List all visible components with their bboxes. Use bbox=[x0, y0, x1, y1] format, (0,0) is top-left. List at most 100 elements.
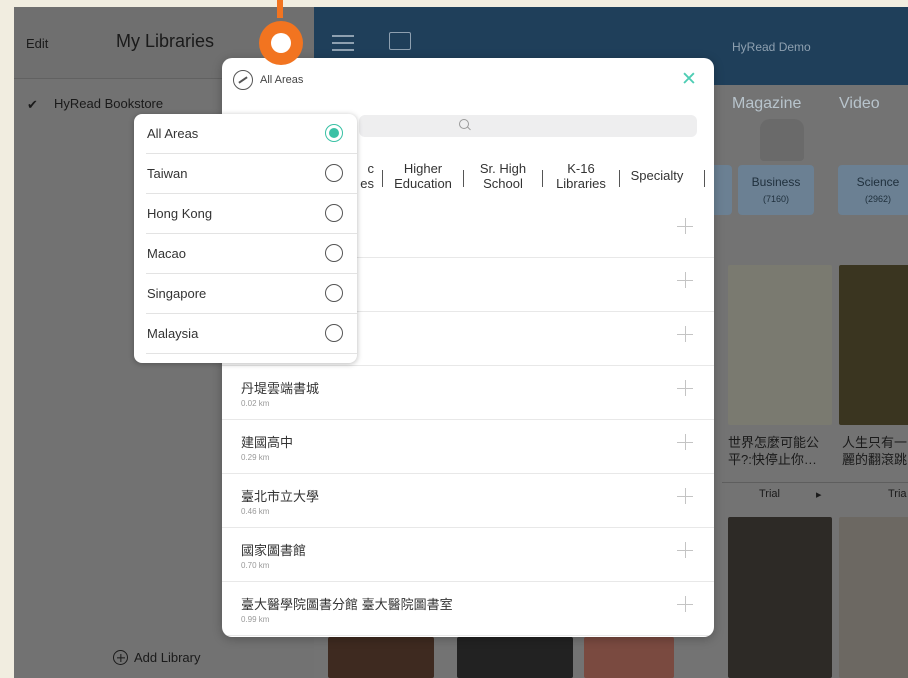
radio-icon[interactable] bbox=[325, 204, 343, 222]
search-icon bbox=[459, 119, 469, 129]
add-icon[interactable] bbox=[677, 434, 693, 450]
library-row[interactable]: 丹堤雲端書城 0.02 km bbox=[222, 366, 714, 420]
divider bbox=[463, 170, 464, 187]
segment-line: Sr. High bbox=[479, 161, 527, 176]
library-distance: 0.46 km bbox=[241, 507, 270, 516]
library-name: 丹堤雲端書城 bbox=[241, 381, 320, 396]
search-input[interactable] bbox=[359, 115, 697, 137]
library-row[interactable]: 臺北市立大學 0.46 km bbox=[222, 474, 714, 528]
segment-k16-libraries[interactable]: K-16 Libraries bbox=[549, 161, 613, 191]
radio-icon[interactable] bbox=[325, 164, 343, 182]
library-name: 臺大醫學院圖書分館 臺大醫院圖書室 bbox=[241, 597, 453, 612]
add-icon[interactable] bbox=[677, 272, 693, 288]
area-globe-icon[interactable] bbox=[233, 70, 253, 90]
area-dropdown: All Areas Taiwan Hong Kong Macao Singapo… bbox=[134, 114, 357, 363]
add-icon[interactable] bbox=[677, 218, 693, 234]
radio-icon[interactable] bbox=[325, 284, 343, 302]
library-row[interactable]: 國家圖書館 0.70 km bbox=[222, 528, 714, 582]
library-name: HyRead Bookstore bbox=[54, 96, 164, 111]
library-distance: 0.29 km bbox=[241, 453, 270, 462]
tap-indicator-dot bbox=[259, 21, 303, 65]
segment-line: Libraries bbox=[556, 176, 606, 191]
area-option-all-areas[interactable]: All Areas bbox=[146, 114, 357, 154]
area-option-label: All Areas bbox=[147, 126, 199, 141]
tap-indicator-line bbox=[277, 0, 283, 18]
add-icon[interactable] bbox=[677, 488, 693, 504]
area-option-singapore[interactable]: Singapore bbox=[146, 274, 357, 314]
segment-line: Higher bbox=[403, 161, 443, 176]
segment-line: K-16 bbox=[567, 161, 595, 176]
area-option-label: Hong Kong bbox=[147, 206, 213, 221]
area-option-malaysia[interactable]: Malaysia bbox=[146, 314, 357, 354]
library-distance: 0.02 km bbox=[241, 399, 270, 408]
segment-specialty[interactable]: Specialty bbox=[622, 168, 692, 183]
area-option-hong-kong[interactable]: Hong Kong bbox=[146, 194, 357, 234]
segment-line: Education bbox=[394, 176, 452, 191]
category-count: (2962) bbox=[864, 194, 891, 204]
member-card-icon[interactable] bbox=[389, 32, 411, 50]
add-icon[interactable] bbox=[677, 542, 693, 558]
book-cover[interactable] bbox=[584, 637, 674, 678]
library-row[interactable]: 臺大醫學院圖書分館 臺大醫院圖書室 0.99 km bbox=[222, 582, 714, 636]
menu-icon[interactable] bbox=[332, 35, 354, 51]
add-library-button[interactable]: Add Library bbox=[113, 650, 200, 665]
library-name: 建國高中 bbox=[241, 435, 294, 450]
brand-name: HyRead Demo bbox=[732, 40, 811, 54]
book-title: 世界怎麼可能公平?:快停止你… bbox=[728, 435, 820, 467]
divider bbox=[382, 170, 383, 187]
add-icon[interactable] bbox=[677, 326, 693, 342]
radio-icon[interactable] bbox=[325, 324, 343, 342]
play-triangle-icon: ▸ bbox=[816, 489, 822, 501]
book-cover[interactable] bbox=[728, 517, 832, 678]
area-option-partial[interactable] bbox=[146, 354, 357, 363]
trial-button[interactable]: Trial bbox=[759, 488, 780, 500]
add-circle-icon bbox=[113, 650, 128, 665]
add-icon[interactable] bbox=[677, 380, 693, 396]
area-option-label: Malaysia bbox=[147, 326, 199, 341]
divider bbox=[619, 170, 620, 187]
checkmark-icon: ✔ bbox=[27, 97, 38, 112]
add-library-label: Add Library bbox=[134, 650, 201, 665]
category-name: Science bbox=[856, 175, 900, 189]
mascot-illustration bbox=[760, 119, 804, 161]
radio-icon[interactable] bbox=[325, 244, 343, 262]
area-option-label: Macao bbox=[147, 246, 187, 261]
book-cover[interactable] bbox=[457, 637, 573, 678]
book-title: 人生只有一麗的翻滾跳 bbox=[842, 435, 908, 467]
trial-button[interactable]: Tria bbox=[888, 488, 907, 500]
book-cover[interactable] bbox=[839, 517, 908, 678]
segment-higher-education[interactable]: Higher Education bbox=[388, 161, 458, 191]
divider bbox=[722, 482, 908, 483]
library-name: 國家圖書館 bbox=[241, 543, 307, 558]
library-name: 臺北市立大學 bbox=[241, 489, 320, 504]
library-distance: 0.99 km bbox=[241, 615, 270, 624]
segment-line: es bbox=[360, 176, 374, 191]
segment-line: Specialty bbox=[630, 168, 684, 183]
category-science-button[interactable]: Science (2962) bbox=[838, 165, 908, 215]
divider bbox=[704, 170, 705, 187]
close-icon[interactable]: ✕ bbox=[681, 70, 697, 89]
area-option-macao[interactable]: Macao bbox=[146, 234, 357, 274]
area-option-label: Singapore bbox=[147, 286, 207, 301]
tab-magazine[interactable]: Magazine bbox=[732, 95, 801, 113]
add-icon[interactable] bbox=[677, 596, 693, 612]
book-cover[interactable] bbox=[839, 265, 908, 425]
category-button-partial[interactable] bbox=[712, 165, 732, 215]
segment-line: c bbox=[367, 161, 375, 176]
area-option-label: Taiwan bbox=[147, 166, 188, 181]
area-selector-label[interactable]: All Areas bbox=[260, 74, 303, 86]
library-row[interactable]: 建國高中 0.29 km bbox=[222, 420, 714, 474]
segment-line: School bbox=[483, 176, 523, 191]
library-distance: 0.70 km bbox=[241, 561, 270, 570]
edit-button[interactable]: Edit bbox=[26, 36, 48, 51]
category-count: (7160) bbox=[762, 194, 789, 204]
area-option-taiwan[interactable]: Taiwan bbox=[146, 154, 357, 194]
radio-selected-icon[interactable] bbox=[325, 124, 343, 142]
book-cover[interactable] bbox=[328, 637, 434, 678]
category-business-button[interactable]: Business (7160) bbox=[738, 165, 814, 215]
tab-video[interactable]: Video bbox=[839, 95, 880, 113]
segment-public-libraries[interactable]: c es bbox=[354, 161, 374, 191]
book-cover[interactable] bbox=[728, 265, 832, 425]
segment-sr-high-school[interactable]: Sr. High School bbox=[470, 161, 536, 191]
sidebar-title: My Libraries bbox=[116, 31, 215, 51]
